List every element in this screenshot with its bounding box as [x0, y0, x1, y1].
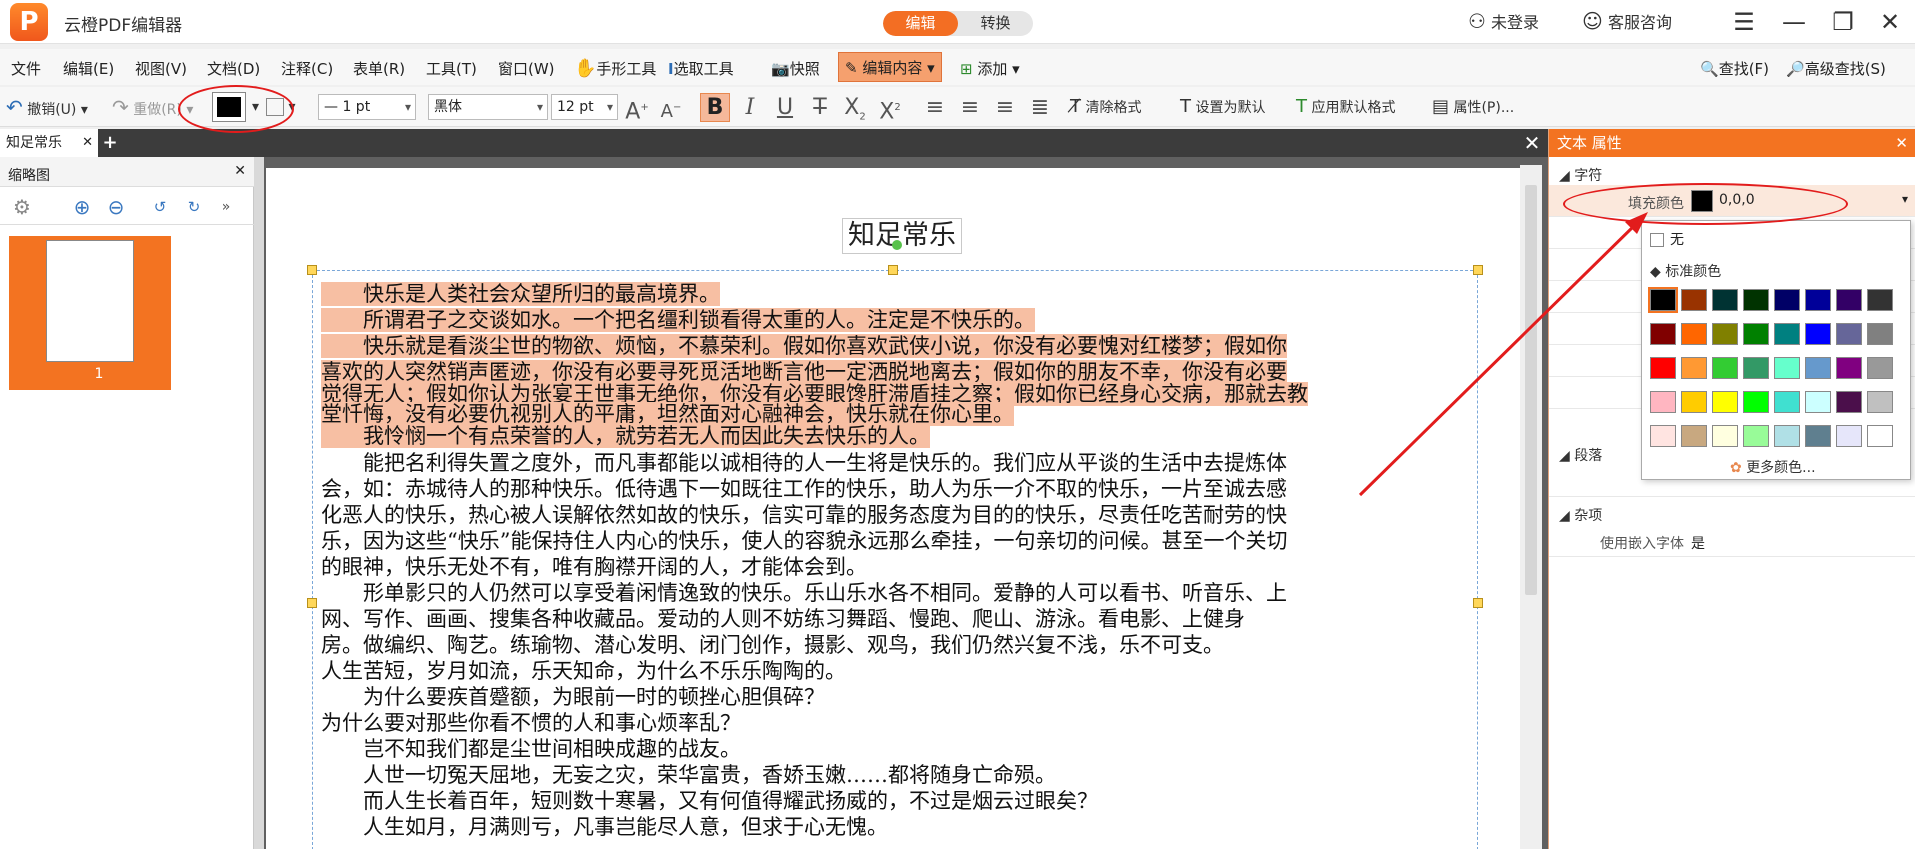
annotation-arrow: [1358, 212, 1648, 497]
